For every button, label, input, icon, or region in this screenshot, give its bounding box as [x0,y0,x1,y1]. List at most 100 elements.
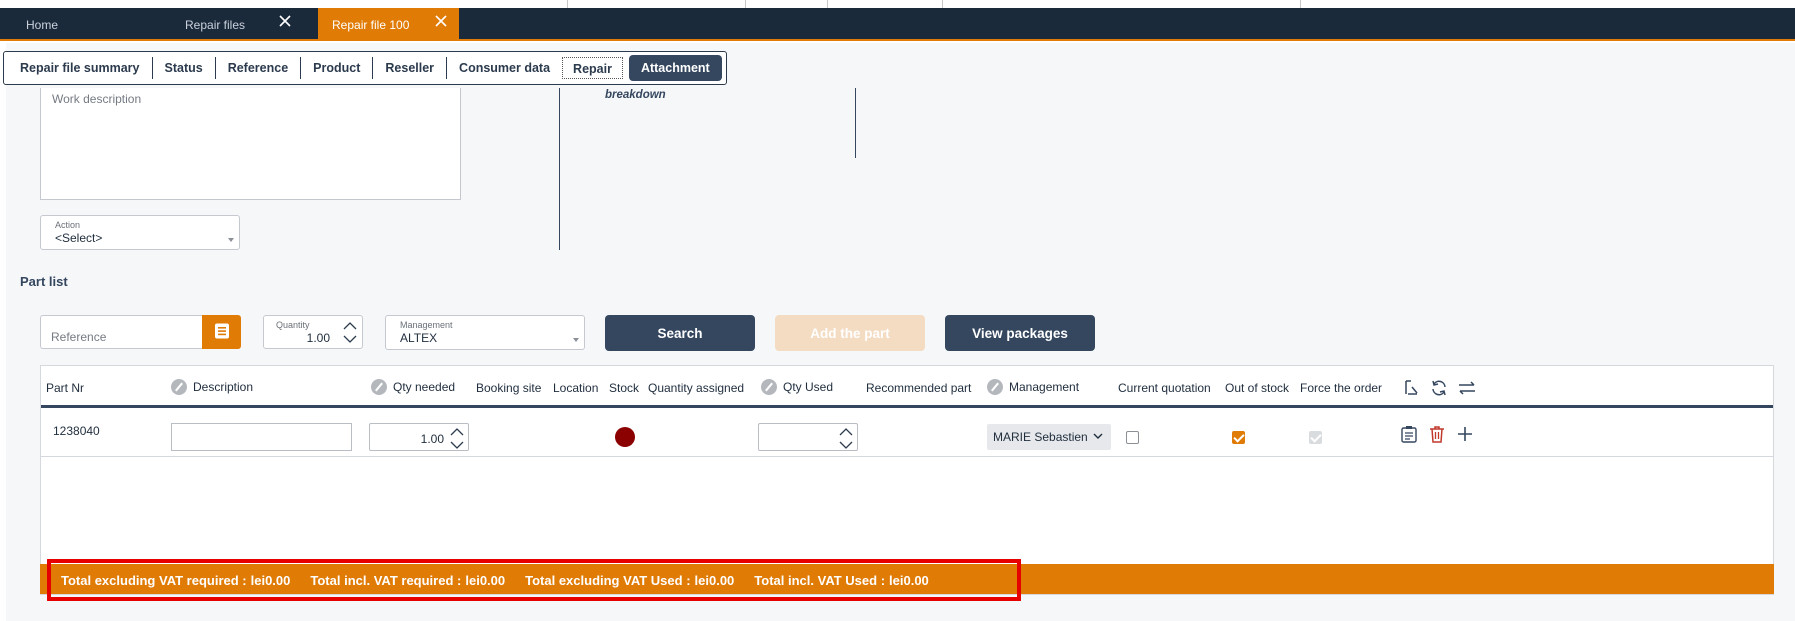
total-value: lei0.00 [250,572,291,588]
tab-reference[interactable]: Reference [216,57,302,79]
clipboard-icon[interactable] [1400,425,1418,446]
tab-consumer-data[interactable]: Consumer data [447,57,562,79]
reference-placeholder: Reference [51,330,107,344]
cell-part-nr: 1238040 [53,424,100,438]
force-order-checkbox [1309,431,1322,444]
refresh-icon[interactable] [1430,379,1448,400]
table-row: 1238040 1.00 MARIE Sebastien [41,411,1773,457]
tab-label: Repair files [185,17,246,32]
section-tabs: Repair file summary Status Reference Pro… [3,51,727,85]
totals-highlight: Total excluding VAT required : lei0.00 To… [47,559,1021,601]
row-management-select[interactable]: MARIE Sebastien [987,424,1111,450]
reset-icon[interactable] [1402,379,1420,400]
header-quantity-assigned: Quantity assigned [648,381,745,395]
edit-icon[interactable] [371,379,387,395]
close-icon[interactable] [279,15,291,31]
action-value: <Select> [55,231,103,245]
header-description-col: Description [171,379,253,395]
out-of-stock-checkbox[interactable] [1232,431,1245,444]
chevron-up-icon [343,322,357,330]
header-recommended-part: Recommended part [866,381,972,395]
section-divider [855,88,856,158]
top-strip-divider [1300,0,1301,8]
grid-header: Part Nr Description Qty needed Booking s… [41,366,1773,408]
row-management-value: MARIE Sebastien [993,430,1088,444]
edit-icon[interactable] [761,379,777,395]
qty-needed-stepper[interactable]: 1.00 [369,423,469,451]
description-input[interactable] [171,423,352,451]
reference-lookup-button[interactable] [202,315,241,349]
header-out-of-stock: Out of stock [1225,381,1290,395]
total-label: Total excluding VAT Used : [525,572,691,588]
top-strip [0,0,1795,8]
plus-icon[interactable] [1456,425,1474,446]
stepper-controls [448,425,466,452]
chevron-down-icon [450,441,464,449]
reference-input[interactable]: Reference [40,315,203,349]
header-qty-used-col: Qty Used [761,379,833,395]
edit-icon[interactable] [171,379,187,395]
tab-repair[interactable]: Repair [562,57,623,79]
chevron-down-icon [839,441,853,449]
dropdown-caret-icon [573,338,579,342]
management-label: Management [400,320,453,330]
trash-icon[interactable] [1428,425,1446,446]
header-part-nr: Part Nr [46,381,85,395]
quantity-stepper[interactable]: Quantity 1.00 [263,315,363,349]
tab-reseller[interactable]: Reseller [373,57,448,79]
header-description: Description [193,380,254,394]
tab-product[interactable]: Product [301,57,374,79]
qty-needed-value: 1.00 [420,432,444,446]
work-description-placeholder: Work description [52,92,142,106]
section-divider [559,88,560,250]
total-excl-vat-required: Total excluding VAT required : lei0.00 [61,573,290,588]
top-strip-divider [745,0,746,8]
current-quotation-checkbox[interactable] [1126,431,1139,444]
management-select[interactable]: Management ALTEX [385,315,585,350]
tab-repair-file-summary[interactable]: Repair file summary [8,57,153,79]
header-force-the-order: Force the order [1300,381,1383,395]
qty-used-stepper[interactable] [758,423,858,451]
search-button[interactable]: Search [605,315,755,351]
top-strip-divider [827,0,828,8]
stock-status-indicator [615,427,635,447]
top-strip-divider [942,0,943,8]
chevron-down-icon [343,335,357,343]
total-value: lei0.00 [465,572,506,588]
tab-label: Home [26,17,59,32]
close-icon[interactable] [435,15,447,31]
header-management: Management [1009,380,1080,394]
tab-status[interactable]: Status [153,57,216,79]
stepper-controls [837,425,855,452]
tab-repair-file-100[interactable]: Repair file 100 [318,8,459,41]
chevron-up-icon [450,428,464,436]
header-current-quotation: Current quotation [1118,381,1211,395]
swap-icon[interactable] [1458,379,1476,400]
breakdown-label: breakdown [605,89,666,101]
view-packages-button[interactable]: View packages [945,315,1095,351]
tab-repair-files[interactable]: Repair files [166,8,303,41]
header-qty-used: Qty Used [783,380,834,394]
management-value: ALTEX [400,331,438,345]
tab-home[interactable]: Home [0,8,166,41]
dropdown-caret-icon [228,238,234,242]
work-description-field[interactable]: Work description [40,88,461,200]
part-list-title: Part list [20,274,68,289]
top-strip-divider [567,0,568,8]
header-qty-needed: Qty needed [393,380,456,394]
header-location: Location [553,381,599,395]
header-booking-site: Booking site [476,381,542,395]
header-stock: Stock [609,381,640,395]
chevron-down-icon [1093,425,1103,451]
total-excl-vat-used: Total excluding VAT Used : lei0.00 [525,573,734,588]
quantity-value: 1.00 [306,331,330,345]
action-label: Action [55,220,81,230]
total-incl-vat-required: Total incl. VAT required : lei0.00 [310,573,505,588]
total-incl-vat-used: Total incl. VAT Used : lei0.00 [754,573,929,588]
add-part-button[interactable]: Add the part [775,315,925,351]
edit-icon[interactable] [987,379,1003,395]
stepper-controls [341,319,359,346]
tab-attachment[interactable]: Attachment [628,55,722,81]
total-label: Total incl. VAT Used : [754,572,886,588]
action-select[interactable]: Action <Select> [40,215,240,250]
